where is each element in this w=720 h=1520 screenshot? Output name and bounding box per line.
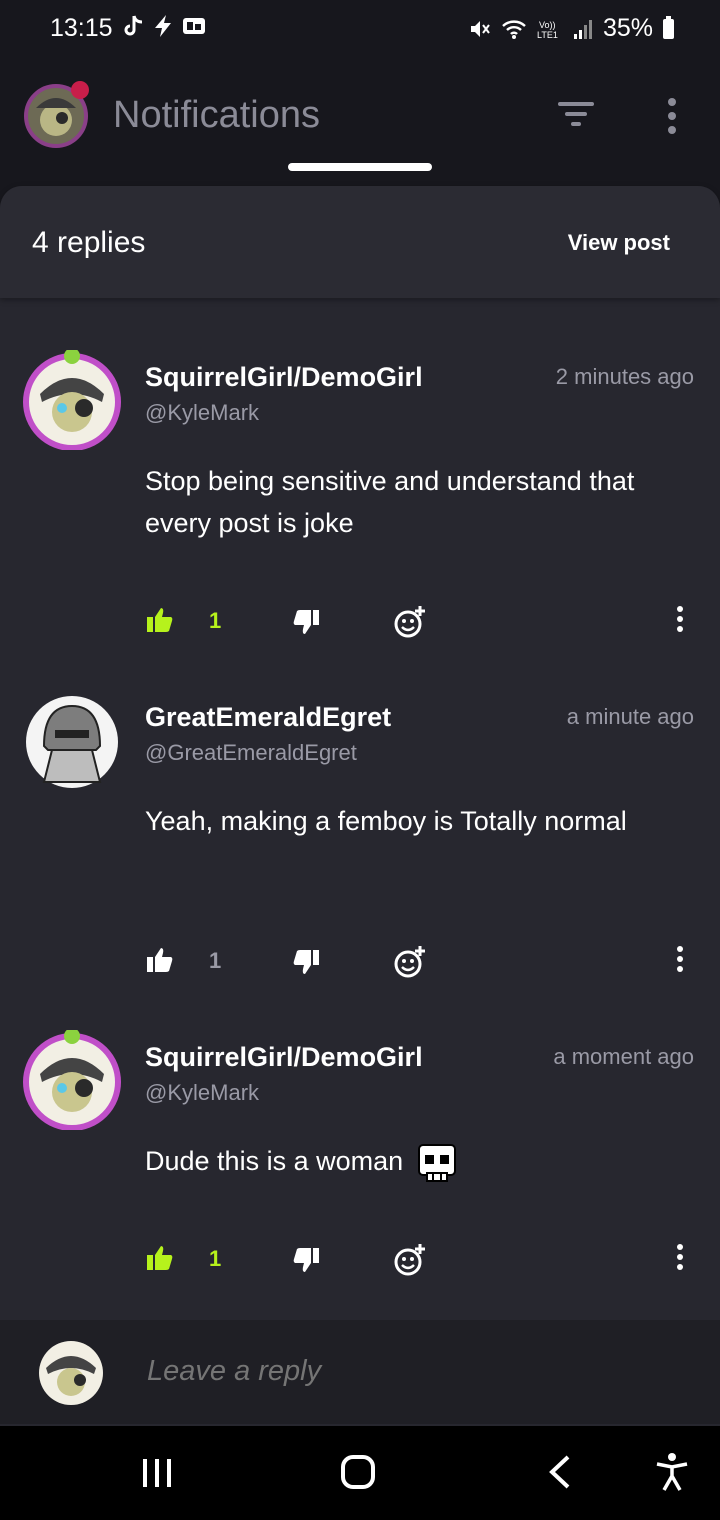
comment-text-wrap: Dude this is a woman: [145, 1140, 685, 1183]
filter-icon[interactable]: [556, 96, 596, 132]
comment-item: SquirrelGirl/DemoGirl @KyleMark 2 minute…: [0, 350, 720, 650]
status-bar: 13:15 Vo)) LTE1 35%: [0, 0, 720, 60]
battery-percent: 35%: [602, 14, 653, 42]
wifi-icon: [502, 19, 526, 39]
mute-icon: [470, 20, 490, 37]
reply-bar: [0, 1320, 720, 1424]
comment-time: a minute ago: [566, 704, 694, 729]
thumbs-down-icon[interactable]: [292, 1246, 320, 1274]
comment-handle: @KyleMark: [145, 400, 260, 425]
comment-item: GreatEmeraldEgret @GreatEmeraldEgret a m…: [0, 690, 720, 990]
back-icon[interactable]: [546, 1454, 574, 1490]
status-left-icons: [122, 14, 206, 38]
comment-author[interactable]: GreatEmeraldEgret: [145, 702, 391, 733]
sheet-header: 4 replies View post: [0, 186, 720, 298]
comment-text: Yeah, making a femboy is Totally normal: [145, 806, 627, 836]
system-nav-bar: [0, 1426, 720, 1520]
status-right: Vo)) LTE1 35%: [469, 14, 674, 43]
thumbs-down-icon[interactable]: [292, 608, 320, 636]
svg-text:Vo)): Vo)): [539, 20, 556, 30]
profile-avatar[interactable]: [22, 80, 90, 148]
drag-handle[interactable]: [288, 163, 432, 171]
comment-handle: @GreatEmeraldEgret: [145, 740, 357, 765]
status-time: 13:15: [50, 14, 113, 42]
comment-item: SquirrelGirl/DemoGirl @KyleMark a moment…: [0, 1030, 720, 1330]
comment-author[interactable]: SquirrelGirl/DemoGirl: [145, 362, 423, 393]
skull-emoji-icon: [417, 1143, 456, 1182]
battery-icon: [663, 15, 674, 39]
svg-text:LTE1: LTE1: [537, 30, 558, 40]
thumbs-up-icon[interactable]: [146, 946, 174, 974]
accessibility-icon[interactable]: [654, 1452, 690, 1492]
comment-handle: @KyleMark: [145, 1080, 260, 1105]
more-vert-icon[interactable]: [660, 96, 684, 136]
add-reaction-icon[interactable]: [392, 944, 428, 980]
add-reaction-icon[interactable]: [392, 1242, 428, 1278]
reply-input[interactable]: [145, 1354, 531, 1389]
comment-text: Stop being sensitive and understand that…: [145, 466, 635, 538]
avatar[interactable]: [22, 690, 122, 790]
thumbs-up-icon[interactable]: [146, 1244, 174, 1272]
more-vert-icon[interactable]: [674, 1244, 686, 1270]
home-icon[interactable]: [340, 1454, 376, 1490]
tiktok-icon: [124, 15, 143, 36]
more-vert-icon[interactable]: [674, 606, 686, 632]
like-count: 1: [209, 948, 222, 973]
comment-time: a moment ago: [553, 1044, 694, 1069]
comment-time: 2 minutes ago: [555, 364, 694, 389]
recents-icon[interactable]: [140, 1456, 174, 1490]
bolt-icon: [155, 15, 171, 37]
app-notification-icon: [183, 18, 205, 34]
avatar[interactable]: [22, 1030, 122, 1130]
more-vert-icon[interactable]: [674, 946, 686, 972]
thumbs-up-icon[interactable]: [146, 606, 174, 634]
replies-count: 4 replies: [32, 226, 146, 259]
comment-text: Dude this is a woman: [145, 1146, 404, 1176]
signal-icon: [573, 19, 592, 39]
like-count: 1: [209, 608, 222, 633]
thumbs-down-icon[interactable]: [292, 948, 320, 976]
add-reaction-icon[interactable]: [392, 604, 428, 640]
comment-author[interactable]: SquirrelGirl/DemoGirl: [145, 1042, 423, 1073]
view-post-button[interactable]: View post: [568, 230, 670, 256]
avatar: [39, 1341, 103, 1405]
page-title: Notifications: [113, 94, 320, 136]
avatar[interactable]: [22, 350, 122, 450]
like-count: 1: [209, 1246, 222, 1271]
volte-icon: Vo))LTE1: [537, 20, 558, 40]
